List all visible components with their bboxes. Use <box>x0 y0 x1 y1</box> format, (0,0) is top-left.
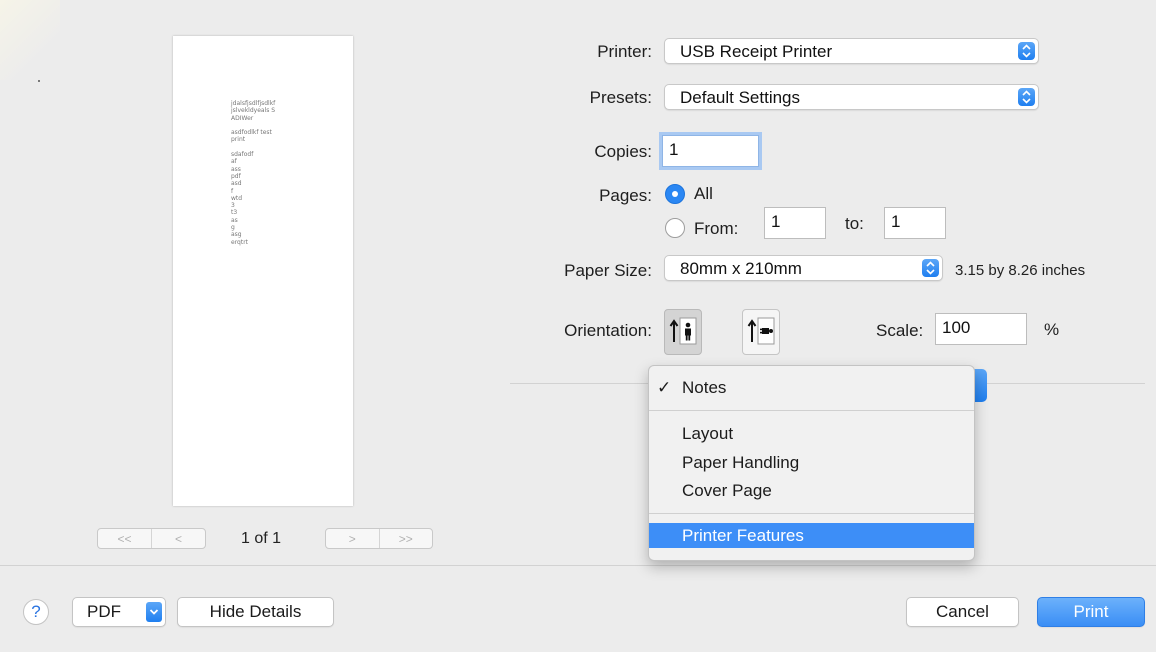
printer-popup[interactable]: USB Receipt Printer <box>664 38 1039 64</box>
scale-field[interactable]: 100 <box>935 313 1027 345</box>
preview-text-line: 3 <box>231 202 235 210</box>
updown-arrows-icon <box>922 259 939 277</box>
previous-page-button[interactable]: < <box>151 529 205 548</box>
updown-arrows-icon <box>1018 88 1035 106</box>
section-menu: ✓ Notes Layout Paper Handling Cover Page… <box>648 365 975 561</box>
cancel-button[interactable]: Cancel <box>906 597 1019 627</box>
presets-value: Default Settings <box>680 88 801 107</box>
updown-arrows-icon <box>1018 42 1035 60</box>
pages-from-field[interactable]: 1 <box>764 207 826 239</box>
presets-label: Presets: <box>589 88 652 107</box>
preview-text-line: jslvekldyeals S <box>231 107 276 115</box>
stray-dot <box>38 80 40 82</box>
pages-all-label: All <box>694 184 713 203</box>
menu-separator <box>649 410 974 411</box>
scale-value: 100 <box>942 318 971 337</box>
menu-item-paper-handling-label: Paper Handling <box>682 453 800 472</box>
pages-from-value: 1 <box>771 212 781 231</box>
paper-size-label: Paper Size: <box>564 261 652 280</box>
menu-item-printer-features[interactable]: Printer Features <box>649 523 974 548</box>
paper-size-value: 80mm x 210mm <box>680 259 802 278</box>
menu-item-layout[interactable]: Layout <box>649 421 974 446</box>
menu-item-layout-label: Layout <box>682 424 734 443</box>
hide-details-button[interactable]: Hide Details <box>177 597 334 627</box>
landscape-orientation-button[interactable] <box>742 309 780 355</box>
pages-to-value: 1 <box>891 212 901 231</box>
chevron-down-icon <box>146 602 162 622</box>
preview-text-line: as <box>231 216 238 224</box>
preview-text-line: pdf <box>231 172 241 180</box>
paper-size-dimensions: 3.15 by 8.26 inches <box>955 262 1086 279</box>
pages-from-label: From: <box>694 219 739 238</box>
last-page-button[interactable]: >> <box>378 529 433 548</box>
preview-text-line: asdfodlkf test <box>231 129 272 137</box>
menu-item-notes-label: Notes <box>682 378 727 397</box>
portrait-orientation-button[interactable] <box>664 309 702 355</box>
menu-separator <box>649 513 974 514</box>
preview-text-line: erqtrt <box>231 238 249 246</box>
menu-item-paper-handling[interactable]: Paper Handling <box>649 450 974 475</box>
help-button[interactable]: ? <box>23 599 49 625</box>
pages-to-label: to: <box>845 214 864 233</box>
menu-item-cover-page-label: Cover Page <box>682 481 772 500</box>
preview-text-block: jdalsfjsdlfjsdlkf jslvekldyeals S ADIWer as… <box>231 100 341 246</box>
page-count: 1 of 1 <box>241 530 282 547</box>
pages-all-radio[interactable] <box>665 184 685 204</box>
preview-back-buttons: << < <box>97 528 206 549</box>
preview-text-line: print <box>231 136 246 144</box>
copies-field[interactable]: 1 <box>662 135 759 167</box>
preview-text-line: asd <box>231 180 242 188</box>
window-corner-highlight <box>0 0 60 80</box>
checkmark-icon: ✓ <box>657 378 672 397</box>
menu-item-notes[interactable]: ✓ Notes <box>649 375 974 400</box>
footer-divider <box>0 565 1156 566</box>
pdf-menu-button[interactable]: PDF <box>72 597 166 627</box>
preview-text-line: ADIWer <box>231 114 254 122</box>
preview-text-line: asg <box>231 231 242 239</box>
preview-text-line: t3 <box>231 209 238 217</box>
preview-text-line: wtd <box>231 194 243 202</box>
printer-label: Printer: <box>597 42 652 61</box>
pdf-label: PDF <box>87 602 121 621</box>
portrait-orientation-icon <box>669 317 697 345</box>
presets-popup[interactable]: Default Settings <box>664 84 1039 110</box>
preview-text-line <box>231 122 341 129</box>
printer-value: USB Receipt Printer <box>680 42 833 61</box>
preview-forward-buttons: > >> <box>325 528 433 549</box>
scale-unit: % <box>1044 320 1060 339</box>
menu-item-cover-page[interactable]: Cover Page <box>649 478 974 503</box>
landscape-orientation-icon <box>747 317 775 345</box>
next-page-button[interactable]: > <box>326 529 379 548</box>
menu-item-printer-features-label: Printer Features <box>682 526 804 545</box>
preview-text-line: af <box>231 158 237 166</box>
orientation-label: Orientation: <box>564 321 652 340</box>
preview-text-line: g <box>231 224 235 232</box>
first-page-button[interactable]: << <box>98 529 151 548</box>
preview-text-line: sdafodf <box>231 151 254 159</box>
print-preview-page: jdalsfjsdlfjsdlkf jslvekldyeals S ADIWer as… <box>173 36 353 506</box>
pages-to-field[interactable]: 1 <box>884 207 946 239</box>
preview-text-line <box>231 144 341 151</box>
scale-label: Scale: <box>876 321 924 340</box>
print-button[interactable]: Print <box>1037 597 1145 627</box>
preview-text-line: ass <box>231 165 241 173</box>
copies-value: 1 <box>669 140 679 159</box>
copies-label: Copies: <box>594 142 652 161</box>
pages-from-radio[interactable] <box>665 218 685 238</box>
pages-label: Pages: <box>599 186 652 205</box>
paper-size-popup[interactable]: 80mm x 210mm <box>664 255 943 281</box>
preview-text-line: f <box>231 187 234 195</box>
preview-text-line: jdalsfjsdlfjsdlkf <box>231 100 276 107</box>
